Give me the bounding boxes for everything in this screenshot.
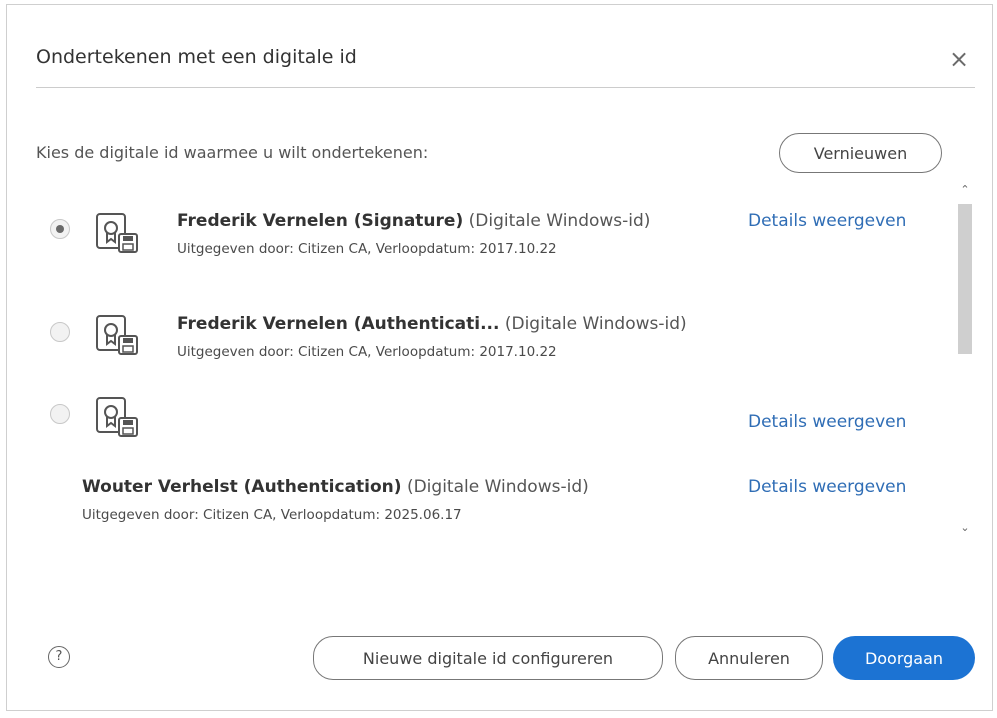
refresh-button[interactable]: Vernieuwen xyxy=(779,133,942,173)
id-issuer: Uitgegeven door: Citizen CA, Verloopdatu… xyxy=(177,241,557,257)
scroll-thumb[interactable] xyxy=(958,204,972,354)
dialog-title: Ondertekenen met een digitale id xyxy=(36,46,357,68)
id-radio-2[interactable] xyxy=(50,322,70,342)
list-scrollbar[interactable]: ⌃ ⌄ xyxy=(956,180,974,540)
id-name: Wouter Verhelst (Authentication) xyxy=(82,477,402,497)
id-radio-3[interactable] xyxy=(50,404,70,424)
id-name-line-2[interactable]: Frederik Vernelen (Authenticati... (Digi… xyxy=(177,314,687,334)
close-icon[interactable]: × xyxy=(948,47,970,71)
certificate-icon xyxy=(96,397,138,437)
cancel-button[interactable]: Annuleren xyxy=(675,636,823,680)
details-link-3[interactable]: Details weergeven xyxy=(748,412,906,432)
chevron-up-icon[interactable]: ⌃ xyxy=(956,182,974,198)
id-issuer: Uitgegeven door: Citizen CA, Verloopdatu… xyxy=(82,507,462,523)
id-name-line-4[interactable]: Wouter Verhelst (Authentication) (Digita… xyxy=(82,477,589,497)
certificate-icon xyxy=(96,213,138,253)
id-name: Frederik Vernelen (Authenticati... xyxy=(177,314,500,334)
certificate-icon xyxy=(96,315,138,355)
id-issuer: Uitgegeven door: Citizen CA, Verloopdatu… xyxy=(177,344,557,360)
title-divider xyxy=(36,87,975,88)
instruction-text: Kies de digitale id waarmee u wilt onder… xyxy=(36,143,429,162)
details-link-4[interactable]: Details weergeven xyxy=(748,477,906,497)
id-name-line-1[interactable]: Frederik Vernelen (Signature) (Digitale … xyxy=(177,211,650,231)
id-type: (Digitale Windows-id) xyxy=(406,477,589,497)
details-link-1[interactable]: Details weergeven xyxy=(748,211,906,231)
id-radio-1[interactable] xyxy=(50,219,70,239)
chevron-down-icon[interactable]: ⌄ xyxy=(956,520,974,536)
id-type: (Digitale Windows-id) xyxy=(468,211,651,231)
id-name: Frederik Vernelen (Signature) xyxy=(177,211,464,231)
id-type: (Digitale Windows-id) xyxy=(504,314,687,334)
configure-new-id-button[interactable]: Nieuwe digitale id configureren xyxy=(313,636,663,680)
continue-button[interactable]: Doorgaan xyxy=(833,636,975,680)
help-icon[interactable]: ? xyxy=(48,646,70,668)
